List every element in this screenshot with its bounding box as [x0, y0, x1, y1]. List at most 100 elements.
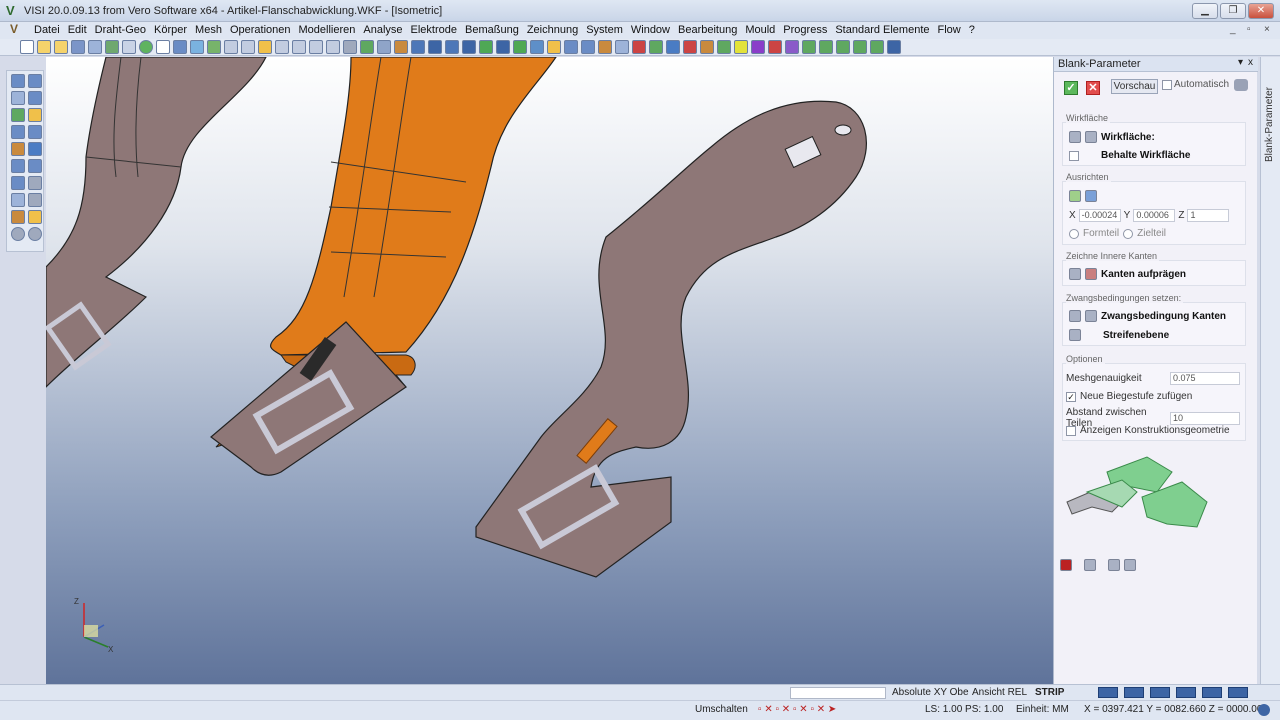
strip-icon[interactable]: [751, 40, 765, 54]
menu-draht-geo[interactable]: Draht-Geo: [91, 24, 150, 36]
trim-icon[interactable]: [11, 193, 25, 207]
anzeigen-row[interactable]: Anzeigen Konstruktionsgeometrie: [1066, 425, 1230, 436]
neue-biege-checkbox[interactable]: ✓: [1066, 391, 1076, 402]
shade-icon[interactable]: [394, 40, 408, 54]
mdi-minimize-button[interactable]: _: [1230, 24, 1236, 35]
zwang-kanten-row[interactable]: Zwangsbedingung Kanten: [1069, 310, 1226, 322]
view-toggle-6[interactable]: [1228, 687, 1248, 698]
zielteil-radio[interactable]: [1123, 228, 1134, 239]
menu-window[interactable]: Window: [627, 24, 674, 36]
fillet-icon[interactable]: [11, 176, 25, 190]
view-back-icon[interactable]: [343, 40, 357, 54]
gear-tool-icon[interactable]: [1084, 559, 1096, 571]
close-button[interactable]: ✕: [1248, 3, 1274, 19]
delete-icon[interactable]: [632, 40, 646, 54]
loft-icon[interactable]: [11, 159, 25, 173]
solid-icon[interactable]: [479, 40, 493, 54]
save-as-icon[interactable]: [88, 40, 102, 54]
station-icon[interactable]: [785, 40, 799, 54]
neue-biege-row[interactable]: ✓ Neue Biegestufe zufügen: [1066, 391, 1192, 402]
arc-icon[interactable]: [28, 91, 42, 105]
layer-icon[interactable]: [207, 40, 221, 54]
circle-icon[interactable]: [11, 125, 25, 139]
mdi-restore-button[interactable]: ▫: [1247, 24, 1251, 35]
sweep-icon[interactable]: [28, 159, 42, 173]
import-icon[interactable]: [105, 40, 119, 54]
automatisch-checkbox[interactable]: Automatisch: [1162, 79, 1229, 90]
revolve-icon[interactable]: [28, 142, 42, 156]
wire-icon[interactable]: [411, 40, 425, 54]
punch-icon[interactable]: [700, 40, 714, 54]
form-icon[interactable]: [870, 40, 884, 54]
menu-koerper[interactable]: Körper: [150, 24, 191, 36]
mesh-icon[interactable]: [530, 40, 544, 54]
point-icon[interactable]: [11, 108, 25, 122]
light-icon[interactable]: [547, 40, 561, 54]
menu-help[interactable]: ?: [965, 24, 979, 36]
search-input[interactable]: [790, 687, 886, 699]
chamfer-icon[interactable]: [28, 176, 42, 190]
measure-icon[interactable]: [581, 40, 595, 54]
restore-button[interactable]: ❐: [1220, 3, 1246, 19]
back-arrow-icon[interactable]: [11, 227, 25, 241]
spline-icon[interactable]: [28, 108, 42, 122]
x-input[interactable]: -0.00024: [1078, 209, 1121, 222]
minimize-button[interactable]: ▁: [1192, 3, 1218, 19]
view-front-icon[interactable]: [224, 40, 238, 54]
umschalten-label[interactable]: Umschalten: [695, 704, 748, 715]
ellipse-icon[interactable]: [28, 125, 42, 139]
view-right-icon[interactable]: [326, 40, 340, 54]
menu-standard-elemente[interactable]: Standard Elemente: [831, 24, 933, 36]
line-icon[interactable]: [28, 74, 42, 88]
strip-label[interactable]: STRIP: [1035, 687, 1064, 698]
middle-bent-part[interactable]: [210, 57, 557, 476]
flange-icon[interactable]: [853, 40, 867, 54]
view-toggle-3[interactable]: [1150, 687, 1170, 698]
menu-bearbeitung[interactable]: Bearbeitung: [674, 24, 741, 36]
window-icon[interactable]: [156, 40, 170, 54]
absolute-xy-label[interactable]: Absolute XY Obe: [892, 687, 969, 698]
kanten-row[interactable]: Kanten aufprägen: [1069, 268, 1186, 280]
menu-mould[interactable]: Mould: [741, 24, 779, 36]
view-bottom-icon[interactable]: [292, 40, 306, 54]
view-left-icon[interactable]: [309, 40, 323, 54]
cancel-button[interactable]: ✕: [1086, 81, 1100, 95]
menu-system[interactable]: System: [582, 24, 627, 36]
section-icon[interactable]: [496, 40, 510, 54]
ok-button[interactable]: ✓: [1064, 81, 1078, 95]
menu-edit[interactable]: Edit: [64, 24, 91, 36]
mdi-close-button[interactable]: ×: [1264, 24, 1270, 35]
blank-icon[interactable]: [802, 40, 816, 54]
menu-flow[interactable]: Flow: [934, 24, 965, 36]
view-icon[interactable]: [190, 40, 204, 54]
anzeigen-checkbox[interactable]: [1066, 425, 1076, 436]
new-file-icon[interactable]: [20, 40, 34, 54]
arch-icon[interactable]: [462, 40, 476, 54]
abstand-input[interactable]: 10: [1170, 411, 1240, 425]
print-icon[interactable]: [122, 40, 136, 54]
vorschau-button[interactable]: Vorschau: [1111, 79, 1158, 94]
globe-icon[interactable]: [1258, 704, 1270, 716]
save-icon[interactable]: [71, 40, 85, 54]
model-canvas[interactable]: [46, 57, 1053, 684]
bend-icon[interactable]: [717, 40, 731, 54]
menu-operationen[interactable]: Operationen: [226, 24, 295, 36]
menu-zeichnung[interactable]: Zeichnung: [523, 24, 582, 36]
layers-icon[interactable]: [11, 210, 25, 224]
formteil-radio[interactable]: [1069, 228, 1079, 239]
flag-icon[interactable]: [734, 40, 748, 54]
camera-icon[interactable]: [564, 40, 578, 54]
zoom-all-icon[interactable]: [360, 40, 374, 54]
view-toggle-5[interactable]: [1202, 687, 1222, 698]
render-icon[interactable]: [428, 40, 442, 54]
die-icon[interactable]: [768, 40, 782, 54]
z-input[interactable]: 1: [1187, 209, 1230, 222]
open-file-icon[interactable]: [37, 40, 51, 54]
forward-arrow-icon[interactable]: [28, 227, 42, 241]
step-icon[interactable]: [836, 40, 850, 54]
menu-mesh[interactable]: Mesh: [191, 24, 226, 36]
flange-tool-icon[interactable]: [1060, 559, 1072, 571]
view-side-icon[interactable]: [241, 40, 255, 54]
streifenebene-row[interactable]: Streifenebene: [1069, 329, 1169, 341]
panel-settings-icon[interactable]: [1234, 79, 1248, 91]
